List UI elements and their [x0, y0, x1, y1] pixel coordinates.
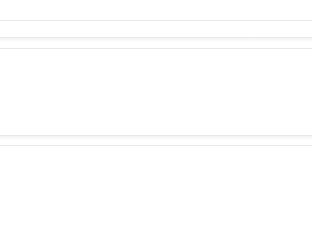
content-top-divider — [0, 48, 312, 49]
content-panel-bottom — [0, 146, 312, 250]
content-middle-shadow — [0, 136, 312, 140]
top-divider — [0, 20, 312, 21]
toolbar-strip — [0, 22, 312, 37]
content-panel-top — [0, 50, 312, 135]
toolbar-shadow — [0, 38, 312, 42]
blank-app-screen — [0, 0, 312, 250]
top-strip — [0, 0, 312, 20]
